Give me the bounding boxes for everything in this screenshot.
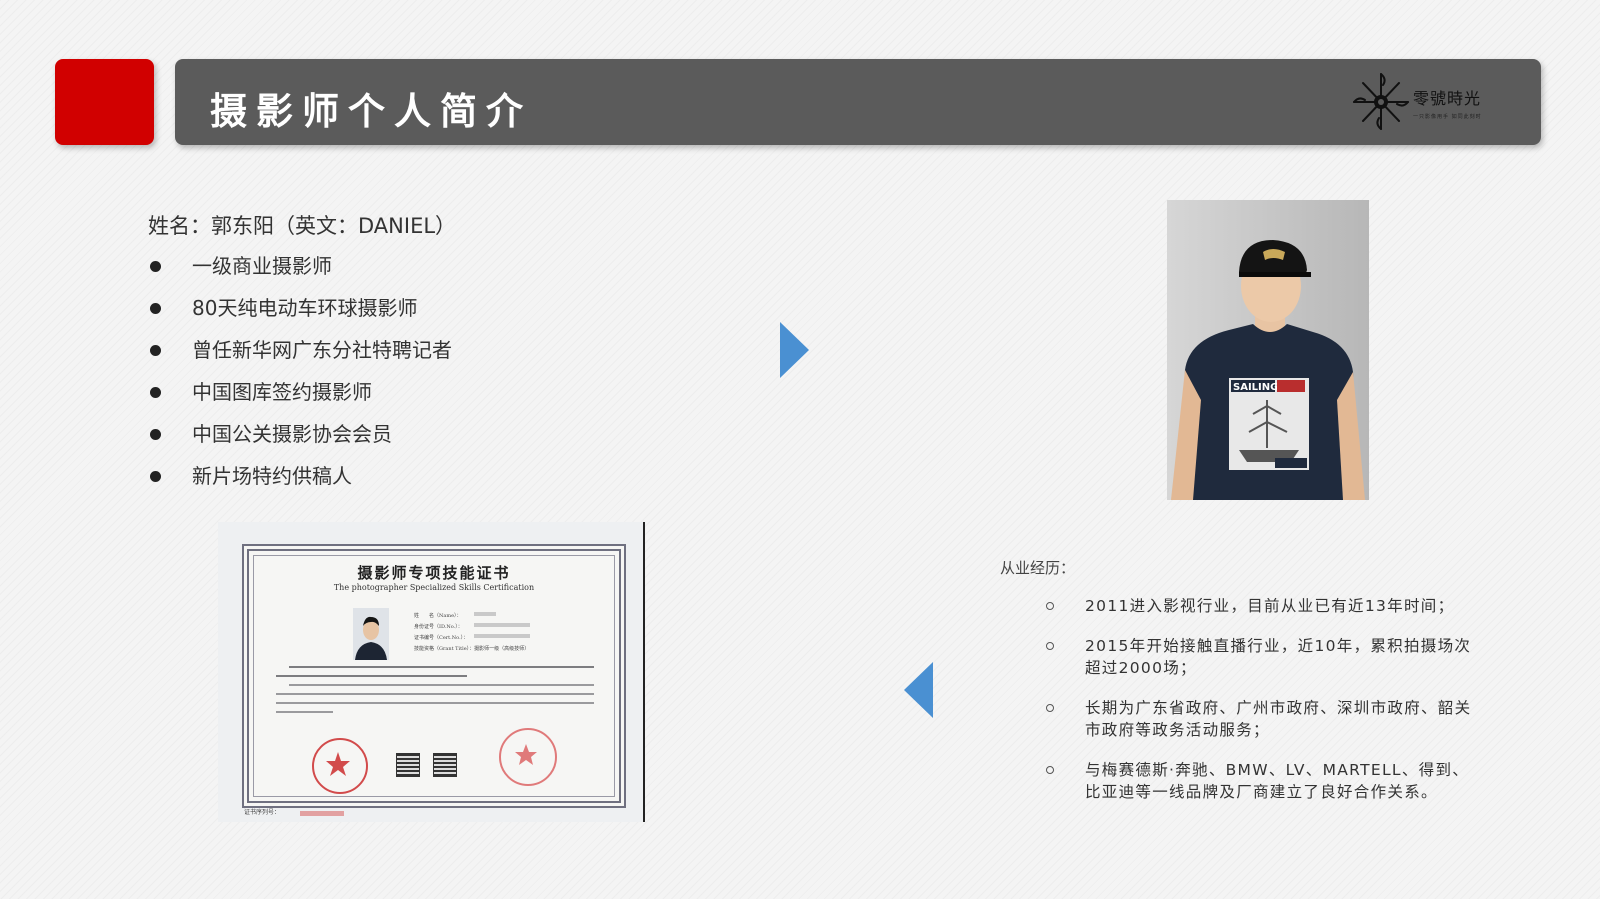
list-item: 中国公关摄影协会会员 bbox=[148, 421, 452, 463]
red-seal-icon bbox=[312, 738, 368, 794]
redacted-block bbox=[474, 623, 530, 627]
portrait-figure: SAILING bbox=[1171, 240, 1365, 500]
page-title: 摄影师个人简介 bbox=[210, 89, 532, 133]
bullet-dot-icon bbox=[150, 261, 161, 272]
certificate-photo bbox=[353, 608, 389, 660]
list-item: 80天纯电动车环球摄影师 bbox=[148, 295, 452, 337]
hollow-bullet-icon bbox=[1046, 766, 1054, 774]
credential-text: 一级商业摄影师 bbox=[192, 254, 332, 278]
certificate-portrait bbox=[355, 616, 387, 660]
list-item: 中国图库签约摄影师 bbox=[148, 379, 452, 421]
list-item: 2015年开始接触直播行业，近10年，累积拍摄场次超过2000场； bbox=[1040, 635, 1472, 679]
cert-field-name: 姓 名（Name）： bbox=[414, 613, 462, 619]
sun-logo-icon bbox=[1353, 73, 1409, 130]
experience-heading: 从业经历： bbox=[1000, 559, 1076, 577]
red-accent-block bbox=[55, 59, 154, 145]
logo-tagline: 一只影像用手 如同此刻时 bbox=[1413, 114, 1482, 120]
credential-text: 新片场特约供稿人 bbox=[192, 464, 352, 488]
experience-text: 2011进入影视行业，目前从业已有近13年时间； bbox=[1085, 597, 1455, 615]
credentials-list: 一级商业摄影师 80天纯电动车环球摄影师 曾任新华网广东分社特聘记者 中国图库签… bbox=[148, 253, 452, 505]
portrait-photo: SAILING bbox=[1167, 200, 1369, 500]
arrow-left-icon bbox=[904, 662, 933, 718]
certificate-serial-label: 证书序列号： bbox=[244, 809, 281, 816]
redacted-block bbox=[474, 612, 496, 616]
hollow-bullet-icon bbox=[1046, 602, 1054, 610]
certificate-image: 摄影师专项技能证书 The photographer Specialized S… bbox=[218, 522, 645, 822]
redacted-block bbox=[474, 634, 530, 638]
brand-logo: 零號時光 一只影像用手 如同此刻时 bbox=[1351, 71, 1491, 133]
cert-field-id: 身份证号（ID.No.）： bbox=[414, 624, 463, 630]
bullet-dot-icon bbox=[150, 345, 161, 356]
certificate-inner-border: 摄影师专项技能证书 The photographer Specialized S… bbox=[253, 555, 615, 797]
svg-text:SAILING: SAILING bbox=[1233, 382, 1278, 393]
experience-text: 长期为广东省政府、广州市政府、深圳市政府、韶关市政府等政务活动服务； bbox=[1085, 699, 1472, 739]
bullet-dot-icon bbox=[150, 303, 161, 314]
credential-text: 80天纯电动车环球摄影师 bbox=[192, 296, 418, 320]
arrow-right-icon bbox=[780, 322, 809, 378]
list-item: 新片场特约供稿人 bbox=[148, 463, 452, 505]
certificate-title: 摄影师专项技能证书 bbox=[357, 564, 511, 582]
hollow-bullet-icon bbox=[1046, 642, 1054, 650]
certificate-frame: 摄影师专项技能证书 The photographer Specialized S… bbox=[242, 544, 626, 808]
credential-text: 中国图库签约摄影师 bbox=[192, 380, 372, 404]
credential-text: 曾任新华网广东分社特聘记者 bbox=[192, 338, 452, 362]
redacted-block bbox=[300, 811, 344, 816]
qr-code-icon bbox=[396, 753, 420, 777]
hollow-bullet-icon bbox=[1046, 704, 1054, 712]
certificate-body-text bbox=[276, 666, 594, 720]
qr-code-icon bbox=[433, 753, 457, 777]
list-item: 2011进入影视行业，目前从业已有近13年时间； bbox=[1040, 595, 1472, 617]
cert-field-grade: 技能资格（Grant Title）：摄影师一级（高级技师） bbox=[414, 646, 530, 652]
red-seal-icon bbox=[499, 728, 557, 786]
list-item: 一级商业摄影师 bbox=[148, 253, 452, 295]
list-item: 与梅赛德斯·奔驰、BMW、LV、MARTELL、得到、比亚迪等一线品牌及厂商建立… bbox=[1040, 759, 1472, 803]
experience-list: 2011进入影视行业，目前从业已有近13年时间； 2015年开始接触直播行业，近… bbox=[1040, 595, 1472, 821]
bullet-dot-icon bbox=[150, 471, 161, 482]
experience-text: 2015年开始接触直播行业，近10年，累积拍摄场次超过2000场； bbox=[1085, 637, 1472, 677]
logo-name: 零號時光 bbox=[1413, 89, 1482, 108]
experience-text: 与梅赛德斯·奔驰、BMW、LV、MARTELL、得到、比亚迪等一线品牌及厂商建立… bbox=[1085, 761, 1470, 801]
bullet-dot-icon bbox=[150, 429, 161, 440]
credential-text: 中国公关摄影协会会员 bbox=[192, 422, 392, 446]
bullet-dot-icon bbox=[150, 387, 161, 398]
header-bar: 摄影师个人简介 零號時光 一只影像用手 如同此刻时 bbox=[175, 59, 1541, 145]
cert-field-certno: 证书编号（Cert.No.）： bbox=[414, 635, 469, 641]
list-item: 曾任新华网广东分社特聘记者 bbox=[148, 337, 452, 379]
list-item: 长期为广东省政府、广州市政府、深圳市政府、韶关市政府等政务活动服务； bbox=[1040, 697, 1472, 741]
certificate-subtitle: The photographer Specialized Skills Cert… bbox=[333, 583, 535, 592]
photographer-name: 姓名：郭东阳（英文：DANIEL） bbox=[148, 214, 457, 238]
